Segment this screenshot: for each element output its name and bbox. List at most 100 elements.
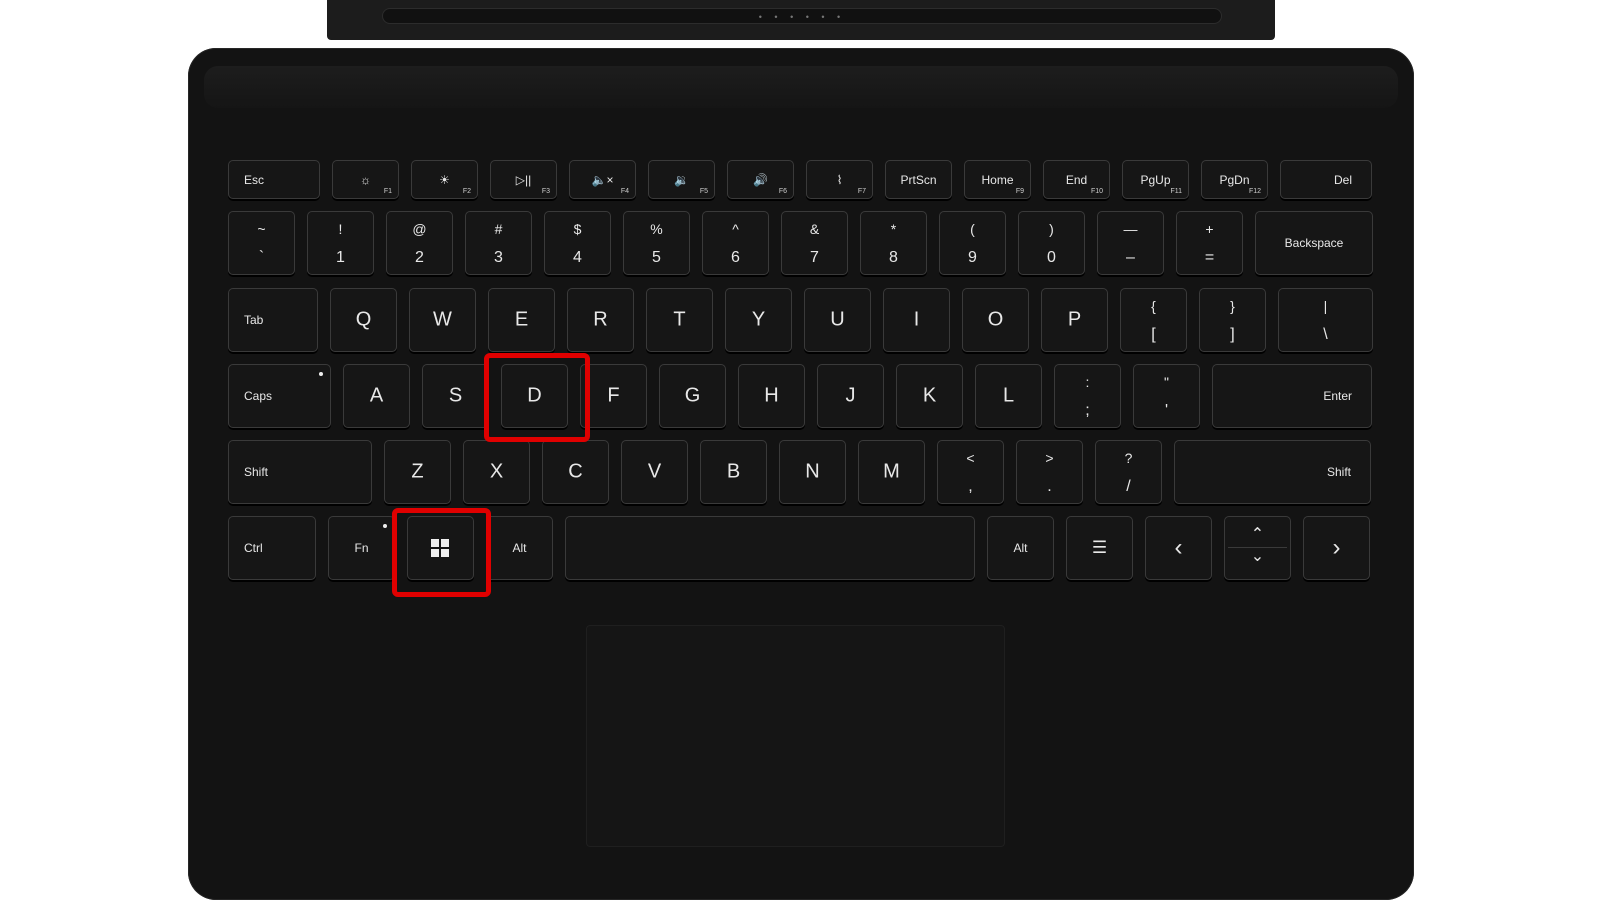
key-del[interactable]: Del <box>1280 160 1372 199</box>
key-backspace[interactable]: Backspace <box>1255 211 1373 275</box>
key-num-11[interactable]: — – <box>1097 211 1164 275</box>
key-tab[interactable]: Tab <box>228 288 318 352</box>
key-enter-label: Enter <box>1323 389 1352 403</box>
key-sym-b-2[interactable]: ? / <box>1095 440 1162 504</box>
key-b[interactable]: B <box>700 440 767 504</box>
key-sym-q-0-base: [ <box>1151 326 1156 343</box>
key-sym-h-1[interactable]: " ' <box>1133 364 1200 428</box>
key-num-1[interactable]: ! 1 <box>307 211 374 275</box>
key-k[interactable]: K <box>896 364 963 428</box>
key-f3-fn-label: F3 <box>541 188 550 195</box>
key-r[interactable]: R <box>567 288 634 352</box>
key-fn[interactable]: Fn <box>328 516 395 580</box>
key-f4-fn-label: F4 <box>620 188 629 195</box>
key-prtscn[interactable]: PrtScn <box>885 160 952 199</box>
key-p[interactable]: P <box>1041 288 1108 352</box>
key-space[interactable] <box>565 516 975 580</box>
key-c[interactable]: C <box>542 440 609 504</box>
key-l[interactable]: L <box>975 364 1042 428</box>
key-w[interactable]: W <box>409 288 476 352</box>
key-f1[interactable]: ☼ F1 <box>332 160 399 199</box>
key-arrow-updown[interactable]: ⌃ ⌄ <box>1224 516 1291 580</box>
key-home[interactable]: Home F9 <box>964 160 1031 199</box>
key-num-3[interactable]: #3 <box>465 211 532 275</box>
key-sym-h-0[interactable]: :; <box>1054 364 1121 428</box>
touchpad[interactable] <box>586 625 1005 847</box>
key-caps[interactable]: Caps <box>228 364 331 428</box>
key-num-9[interactable]: (9 <box>939 211 1006 275</box>
key-esc[interactable]: Esc <box>228 160 320 199</box>
key-alt-right[interactable]: Alt <box>987 516 1054 580</box>
arrow-down-icon: ⌄ <box>1250 548 1265 565</box>
key-e[interactable]: E <box>488 288 555 352</box>
key-f4[interactable]: 🔈× F4 <box>569 160 636 199</box>
key-f-label: F <box>607 384 620 407</box>
key-num-7[interactable]: & 7 <box>781 211 848 275</box>
key-fn-label: Fn <box>354 541 369 555</box>
key-f4-icon: 🔈× <box>591 172 614 187</box>
key-num-0-base: ` <box>258 249 265 266</box>
key-v[interactable]: V <box>621 440 688 504</box>
key-f3[interactable]: ▷|| F3 <box>490 160 557 199</box>
key-alt-right-label: Alt <box>1013 541 1028 555</box>
key-sym-b-0[interactable]: <, <box>937 440 1004 504</box>
key-pgdn-fn-label: F12 <box>1248 188 1261 195</box>
key-i-label: I <box>913 308 920 331</box>
key-num-6[interactable]: ^ 6 <box>702 211 769 275</box>
key-home-fn-label: F9 <box>1015 188 1024 195</box>
key-o-label: O <box>987 308 1004 331</box>
key-menu[interactable]: ☰ <box>1066 516 1133 580</box>
key-f7[interactable]: ⌇ F7 <box>806 160 873 199</box>
key-num-4[interactable]: $4 <box>544 211 611 275</box>
key-f5[interactable]: 🔉 F5 <box>648 160 715 199</box>
key-sym-b-1-base: . <box>1047 478 1052 495</box>
key-num-5[interactable]: % 5 <box>623 211 690 275</box>
key-sym-q-2[interactable]: | \ <box>1278 288 1373 352</box>
key-o[interactable]: O <box>962 288 1029 352</box>
key-n[interactable]: N <box>779 440 846 504</box>
key-sym-q-2-shift: | <box>1323 298 1328 314</box>
key-enter[interactable]: Enter <box>1212 364 1372 428</box>
key-num-10-base: 0 <box>1047 249 1056 266</box>
key-m[interactable]: M <box>858 440 925 504</box>
key-z[interactable]: Z <box>384 440 451 504</box>
key-y[interactable]: Y <box>725 288 792 352</box>
key-num-12[interactable]: + = <box>1176 211 1243 275</box>
key-sym-b-1[interactable]: >. <box>1016 440 1083 504</box>
key-pgdn[interactable]: PgDn F12 <box>1201 160 1268 199</box>
key-sym-q-1[interactable]: }] <box>1199 288 1266 352</box>
key-pgup[interactable]: PgUp F11 <box>1122 160 1189 199</box>
key-shift-left[interactable]: Shift <box>228 440 372 504</box>
key-f5-fn-label: F5 <box>699 188 708 195</box>
key-esc-label: Esc <box>244 172 265 187</box>
key-x-label: X <box>489 460 504 483</box>
key-g[interactable]: G <box>659 364 726 428</box>
key-j[interactable]: J <box>817 364 884 428</box>
key-sym-q-0[interactable]: {[ <box>1120 288 1187 352</box>
key-f[interactable]: F <box>580 364 647 428</box>
key-num-8[interactable]: * 8 <box>860 211 927 275</box>
key-shift-right[interactable]: Shift <box>1174 440 1371 504</box>
key-s[interactable]: S <box>422 364 489 428</box>
key-k-label: K <box>922 384 937 407</box>
key-arrow-left[interactable]: ‹ <box>1145 516 1212 580</box>
key-x[interactable]: X <box>463 440 530 504</box>
key-h[interactable]: H <box>738 364 805 428</box>
key-arrow-right[interactable]: › <box>1303 516 1370 580</box>
key-t[interactable]: T <box>646 288 713 352</box>
key-alt-left[interactable]: Alt <box>486 516 553 580</box>
key-ctrl[interactable]: Ctrl <box>228 516 316 580</box>
key-num-10[interactable]: ) 0 <box>1018 211 1085 275</box>
key-end[interactable]: End F10 <box>1043 160 1110 199</box>
key-num-10-shift: ) <box>1049 221 1054 237</box>
key-a-label: A <box>369 384 384 407</box>
key-f6[interactable]: 🔊 F6 <box>727 160 794 199</box>
key-f2[interactable]: ☀ F2 <box>411 160 478 199</box>
key-num-2[interactable]: @2 <box>386 211 453 275</box>
key-num-0[interactable]: ~ ` <box>228 211 295 275</box>
key-q[interactable]: Q <box>330 288 397 352</box>
key-u[interactable]: U <box>804 288 871 352</box>
key-a[interactable]: A <box>343 364 410 428</box>
key-num-1-base: 1 <box>336 249 345 266</box>
key-i[interactable]: I <box>883 288 950 352</box>
